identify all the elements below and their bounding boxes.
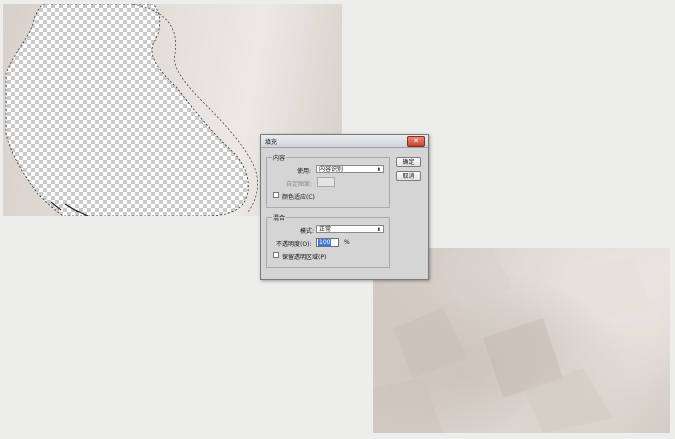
cancel-button[interactable]: 取消 bbox=[396, 171, 421, 181]
opacity-label: 不透明度(O): bbox=[276, 241, 312, 248]
mode-label: 模式: bbox=[300, 228, 315, 235]
blend-group-label: 混合 bbox=[272, 213, 287, 222]
chevron-updown-icon: ⬍ bbox=[376, 167, 381, 173]
chevron-updown-icon: ⬍ bbox=[376, 227, 381, 233]
fill-dialog[interactable]: 填充 ✕ 内容 使用: 内容识别 ⬍ 自定图案: 颜色适应(C) 混合 模式: … bbox=[260, 134, 429, 280]
use-select[interactable]: 内容识别 ⬍ bbox=[316, 165, 384, 173]
mode-select-value: 正常 bbox=[319, 226, 332, 233]
custom-pattern-swatch[interactable] bbox=[317, 177, 335, 187]
content-group-label: 内容 bbox=[272, 153, 287, 162]
mode-select[interactable]: 正常 ⬍ bbox=[316, 225, 384, 233]
opacity-input[interactable]: 100 bbox=[316, 238, 339, 247]
dialog-title-bar[interactable]: 填充 ✕ bbox=[261, 135, 428, 148]
preserve-transparency-checkbox[interactable] bbox=[273, 252, 279, 258]
preserve-transparency-label: 保留透明区域(P) bbox=[282, 254, 327, 261]
transparent-region bbox=[6, 4, 249, 216]
custom-pattern-label: 自定图案: bbox=[286, 181, 313, 188]
close-button[interactable]: ✕ bbox=[407, 136, 425, 147]
close-icon: ✕ bbox=[413, 137, 419, 145]
opacity-unit: % bbox=[344, 239, 350, 246]
content-group: 内容 使用: 内容识别 ⬍ 自定图案: 颜色适应(C) bbox=[266, 153, 390, 208]
color-adapt-label: 颜色适应(C) bbox=[282, 194, 315, 201]
opacity-value: 100 bbox=[318, 239, 332, 246]
use-label: 使用: bbox=[297, 168, 312, 175]
blend-group: 混合 模式: 正常 ⬍ 不透明度(O): 100 % 保留透明区域(P) bbox=[266, 213, 390, 268]
dialog-title: 填充 bbox=[265, 139, 278, 146]
color-adapt-checkbox[interactable] bbox=[273, 192, 279, 198]
ok-button[interactable]: 确定 bbox=[396, 157, 421, 167]
use-select-value: 内容识别 bbox=[319, 166, 344, 173]
